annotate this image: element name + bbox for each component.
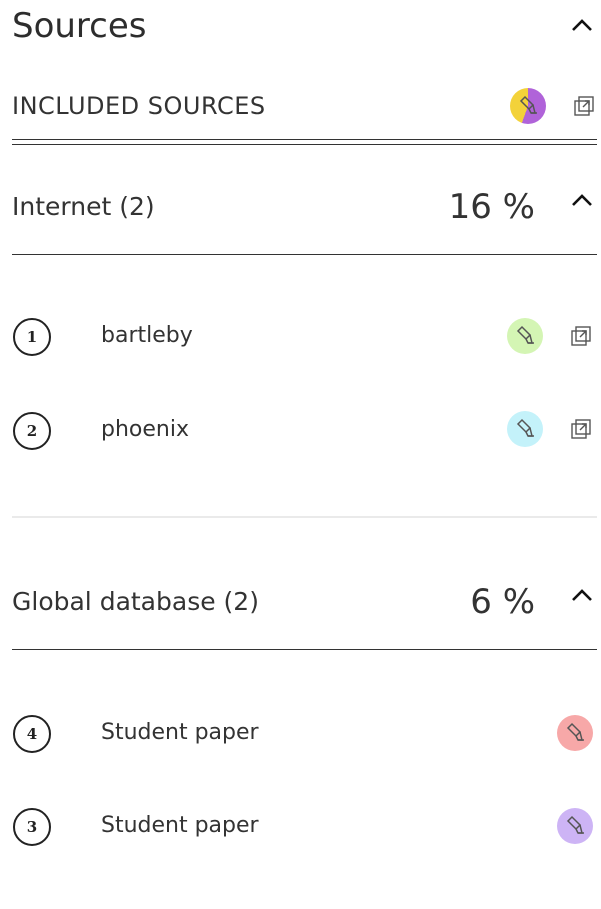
source-name-phoenix[interactable]: phoenix xyxy=(101,416,189,444)
source-name-bartleby[interactable]: bartleby xyxy=(101,322,193,350)
source-name-student-paper[interactable]: Student paper xyxy=(101,719,259,747)
collapse-internet-chevron-up-icon[interactable] xyxy=(571,193,593,207)
highlighter-icon[interactable] xyxy=(507,411,543,447)
divider xyxy=(12,144,597,145)
collapse-global-database-chevron-up-icon[interactable] xyxy=(571,588,593,602)
source-number-badge: 3 xyxy=(13,808,51,846)
open-in-new-icon[interactable] xyxy=(569,417,593,441)
group-name-internet: Internet (2) xyxy=(12,192,155,221)
source-name-student-paper[interactable]: Student paper xyxy=(101,812,259,840)
included-sources-label: INCLUDED SOURCES xyxy=(12,92,266,120)
divider xyxy=(12,516,597,518)
divider xyxy=(12,139,597,140)
highlighter-icon[interactable] xyxy=(557,808,593,844)
toggle-all-highlights-icon[interactable] xyxy=(510,88,546,124)
source-number-badge: 1 xyxy=(13,318,51,356)
highlighter-icon[interactable] xyxy=(507,318,543,354)
divider xyxy=(12,649,597,650)
open-in-new-icon[interactable] xyxy=(572,94,596,118)
open-in-new-icon[interactable] xyxy=(569,324,593,348)
source-number-badge: 2 xyxy=(13,412,51,450)
group-percent-internet: 16 % xyxy=(448,187,535,227)
highlighter-icon[interactable] xyxy=(557,715,593,751)
panel-title: Sources xyxy=(12,6,147,46)
group-percent-global-database: 6 % xyxy=(470,582,535,622)
source-number-badge: 4 xyxy=(13,715,51,753)
divider xyxy=(12,254,597,255)
collapse-sources-chevron-up-icon[interactable] xyxy=(571,18,593,32)
group-name-global-database: Global database (2) xyxy=(12,587,259,616)
